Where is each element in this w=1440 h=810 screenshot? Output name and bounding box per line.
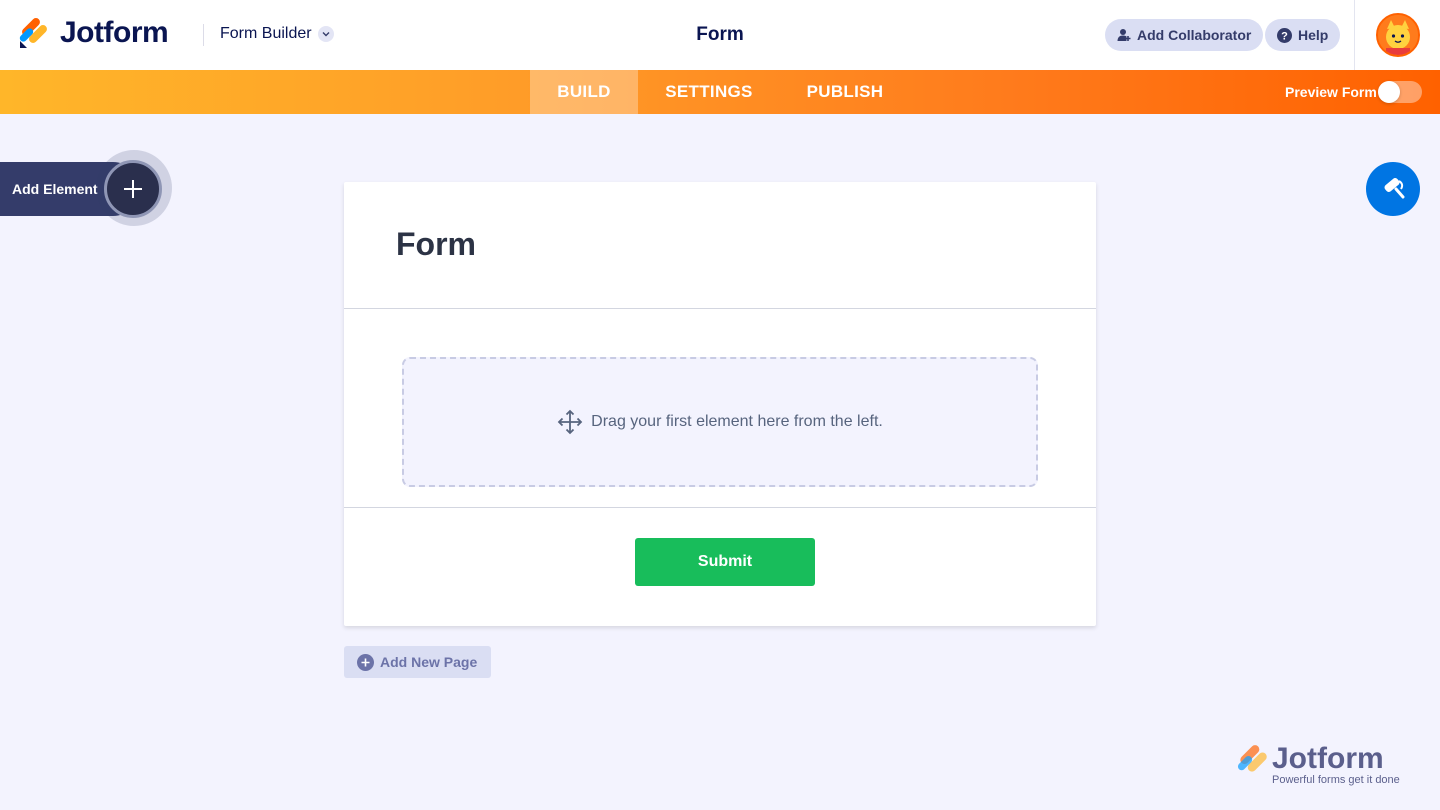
move-arrows-icon — [557, 409, 583, 435]
jotform-watermark: Jotform Powerful forms get it done — [1236, 742, 1400, 786]
header-separator — [1354, 0, 1355, 70]
brand-name: Jotform — [60, 16, 169, 49]
add-collaborator-button[interactable]: Add Collaborator — [1105, 19, 1264, 51]
paint-roller-icon — [1384, 178, 1405, 199]
top-header: Jotform Form Builder Form Add Collaborat… — [0, 0, 1440, 70]
avatar-icon — [1378, 15, 1418, 55]
header-divider — [203, 24, 204, 46]
form-designer-button[interactable] — [1366, 162, 1420, 216]
add-collaborator-label: Add Collaborator — [1137, 27, 1252, 43]
form-title[interactable]: Form — [396, 226, 476, 263]
toggle-knob — [1378, 81, 1400, 103]
svg-text:?: ? — [1281, 30, 1288, 42]
tab-build[interactable]: BUILD — [530, 70, 638, 114]
add-element-button[interactable] — [104, 160, 162, 218]
help-button[interactable]: ? Help — [1265, 19, 1341, 51]
add-element-label: Add Element — [12, 181, 98, 197]
preview-form-label: Preview Form — [1285, 84, 1377, 100]
jotform-watermark-icon — [1237, 745, 1267, 772]
submit-button[interactable]: Submit — [635, 538, 815, 586]
jotform-logo-icon — [19, 18, 47, 48]
preview-form-toggle[interactable] — [1378, 81, 1422, 103]
chevron-down-icon — [317, 26, 334, 42]
form-card: Form Drag your first element here from t… — [344, 182, 1096, 626]
user-avatar[interactable] — [1376, 13, 1420, 57]
add-new-page-label: Add New Page — [380, 654, 478, 670]
watermark-tagline: Powerful forms get it done — [1272, 774, 1400, 786]
drop-zone-hint: Drag your first element here from the le… — [591, 413, 883, 430]
jotform-logo[interactable]: Jotform — [18, 16, 169, 50]
question-icon: ? — [1277, 27, 1292, 43]
form-builder-dropdown[interactable]: Form Builder — [220, 25, 334, 43]
add-new-page-button[interactable]: Add New Page — [344, 646, 491, 678]
plus-icon — [124, 180, 142, 198]
header-divider-line — [344, 308, 1096, 309]
help-label: Help — [1298, 27, 1329, 43]
plus-circle-icon — [357, 653, 374, 671]
tab-publish[interactable]: PUBLISH — [780, 70, 910, 114]
builder-nav: BUILD SETTINGS PUBLISH Preview Form — [0, 70, 1440, 114]
tab-settings[interactable]: SETTINGS — [638, 70, 780, 114]
form-builder-label: Form Builder — [220, 25, 312, 42]
watermark-brand: Jotform — [1272, 742, 1384, 775]
add-user-icon — [1117, 29, 1131, 41]
element-drop-zone[interactable]: Drag your first element here from the le… — [402, 357, 1038, 487]
footer-divider-line — [344, 507, 1096, 508]
